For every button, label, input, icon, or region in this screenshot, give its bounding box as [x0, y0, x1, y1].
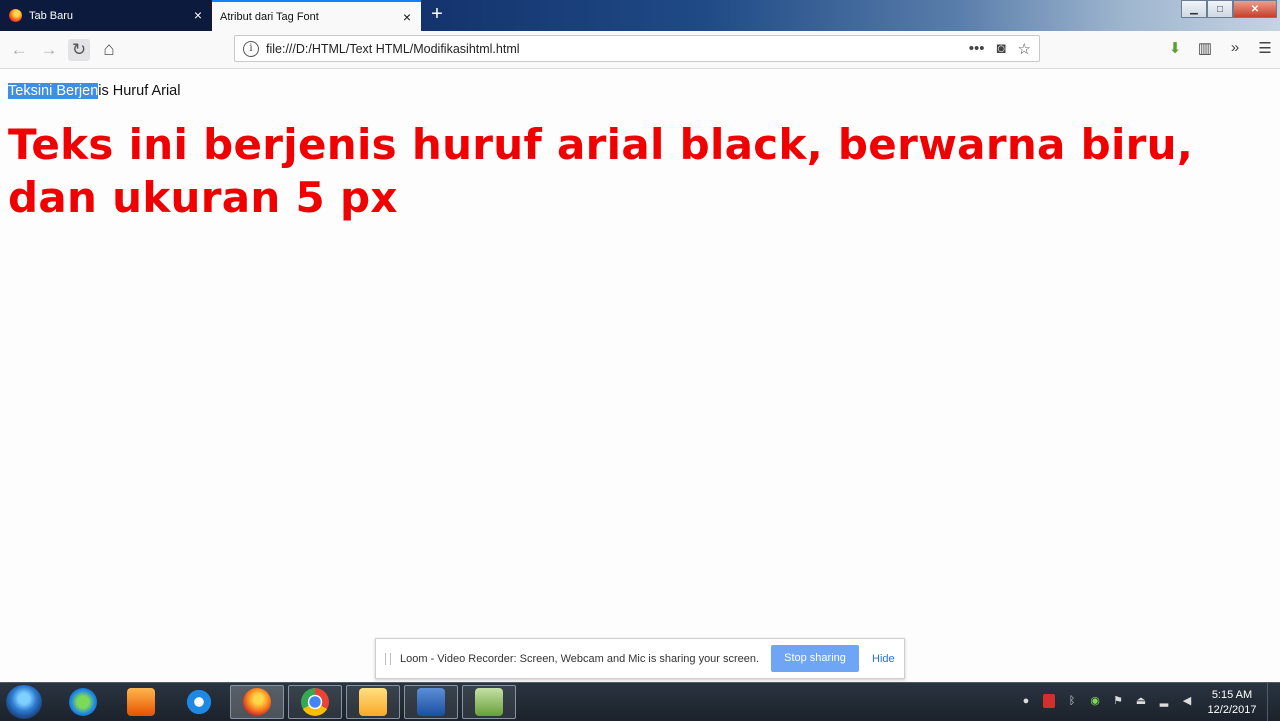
show-desktop-button[interactable]: [1267, 683, 1280, 721]
new-tab-button[interactable]: +: [427, 4, 447, 24]
url-text[interactable]: file:///D:/HTML/Text HTML/Modifikasihtml…: [266, 42, 520, 56]
window-controls: ▁ □ ✕: [1181, 0, 1277, 18]
toolbar-right: ⬇ ▥ » ☰: [1160, 39, 1280, 57]
page-content: Teksini Berjenis Huruf Arial Teks ini be…: [0, 69, 1280, 679]
file-explorer-taskbar-icon[interactable]: [346, 685, 400, 719]
taskbar: ● ᛒ ◉ ⚑ ⏏ ▂ ◀ 5:15 AM 12/2/2017: [0, 682, 1280, 721]
tab-close-icon[interactable]: ×: [399, 9, 415, 25]
clock-date: 12/2/2017: [1207, 704, 1257, 716]
tab-atribut-dari-tag-font[interactable]: Atribut dari Tag Font ×: [212, 0, 421, 31]
forward-arrow-icon[interactable]: →: [38, 39, 60, 61]
firefox-favicon-icon: [9, 9, 22, 22]
selected-text[interactable]: Teksini Berjen: [8, 83, 99, 99]
action-center-icon[interactable]: ⚑: [1112, 694, 1124, 708]
chrome-taskbar-icon[interactable]: [288, 685, 342, 719]
home-icon[interactable]: ⌂: [98, 39, 120, 61]
network-signal-icon[interactable]: ▂: [1158, 694, 1170, 708]
usb-icon[interactable]: ⏏: [1135, 694, 1147, 708]
hamburger-menu-icon[interactable]: ☰: [1250, 39, 1280, 57]
arial-text-line: Teksini Berjenis Huruf Arial: [8, 83, 180, 99]
tab-label: Tab Baru: [29, 9, 74, 22]
stop-sharing-button[interactable]: Stop sharing: [771, 645, 859, 672]
minimize-button[interactable]: ▁: [1181, 0, 1207, 18]
word-taskbar-icon[interactable]: [404, 685, 458, 719]
internet-explorer-taskbar-icon[interactable]: [172, 685, 226, 719]
notepad-plus-taskbar-icon[interactable]: [462, 685, 516, 719]
tab-close-icon[interactable]: ×: [190, 7, 206, 23]
back-arrow-icon[interactable]: ←: [8, 39, 30, 61]
start-button[interactable]: [6, 685, 42, 719]
clock[interactable]: 5:15 AM 12/2/2017: [1200, 688, 1264, 718]
clock-time: 5:15 AM: [1211, 689, 1253, 701]
download-manager-taskbar-icon[interactable]: [56, 685, 110, 719]
overflow-menu-icon[interactable]: »: [1220, 39, 1250, 57]
bookmark-star-icon[interactable]: ☆: [1018, 40, 1031, 58]
volume-icon[interactable]: ◀: [1181, 694, 1193, 708]
site-info-icon[interactable]: i: [243, 41, 259, 57]
pocket-icon[interactable]: ◙: [996, 40, 1005, 58]
page-actions-icon[interactable]: •••: [969, 40, 985, 58]
bluetooth-icon[interactable]: ᛒ: [1066, 694, 1078, 708]
loom-sharing-banner: Loom - Video Recorder: Screen, Webcam an…: [375, 638, 905, 679]
antivirus-icon[interactable]: [1043, 694, 1055, 708]
drag-handle-icon[interactable]: [385, 653, 391, 665]
unselected-text[interactable]: is Huruf Arial: [98, 83, 180, 99]
hide-button[interactable]: Hide: [872, 653, 895, 665]
tab-label: Atribut dari Tag Font: [220, 10, 319, 23]
maximize-button[interactable]: □: [1207, 0, 1233, 18]
system-tray: ● ᛒ ◉ ⚑ ⏏ ▂ ◀: [1020, 694, 1193, 708]
red-heading-text[interactable]: Teks ini berjenis huruf arial black, ber…: [8, 118, 1268, 224]
media-player-taskbar-icon[interactable]: [114, 685, 168, 719]
download-tray-icon[interactable]: ◉: [1089, 694, 1101, 708]
url-actions: ••• ◙ ☆: [969, 40, 1031, 58]
close-window-button[interactable]: ✕: [1233, 0, 1277, 18]
tab-tab-baru[interactable]: Tab Baru ×: [0, 0, 212, 31]
navigation-bar: ← → ↻ ⌂ i file:///D:/HTML/Text HTML/Modi…: [0, 31, 1280, 69]
tab-strip: Tab Baru × Atribut dari Tag Font × + ▁ □…: [0, 0, 1280, 31]
microphone-icon[interactable]: ●: [1020, 694, 1032, 708]
loom-message: Loom - Video Recorder: Screen, Webcam an…: [400, 653, 760, 665]
library-sidebar-icon[interactable]: ▥: [1190, 39, 1220, 57]
download-helper-icon[interactable]: ⬇: [1160, 39, 1190, 57]
firefox-taskbar-icon[interactable]: [230, 685, 284, 719]
url-bar[interactable]: i file:///D:/HTML/Text HTML/Modifikasiht…: [234, 35, 1040, 62]
reload-icon[interactable]: ↻: [68, 39, 90, 61]
